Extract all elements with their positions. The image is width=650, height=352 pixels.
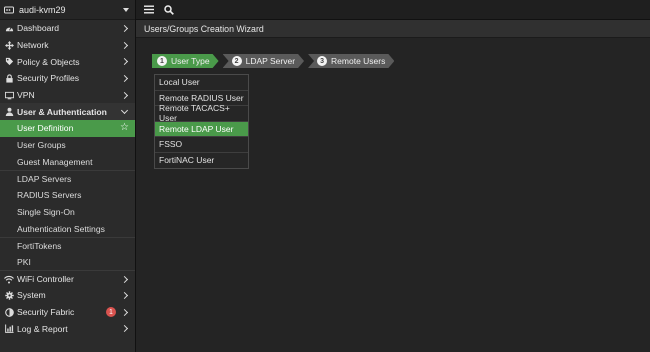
chevron-right-icon [120,308,129,316]
sidebar: audi-kvm29 Dashboard Network Policy & Ob… [0,0,136,352]
nav-system[interactable]: System [0,287,135,304]
star-icon[interactable]: ☆ [120,123,129,133]
nav-label: User & Authentication [17,106,107,117]
chevron-down-icon [120,106,129,114]
step-label: User Type [171,56,210,66]
nav-network[interactable]: Network [0,37,135,54]
page-title: Users/Groups Creation Wizard [136,20,650,38]
search-icon[interactable] [162,3,176,17]
wizard-steps: 1 User Type 2 LDAP Server 3 Remote Users [152,54,398,68]
chevron-right-icon [120,275,129,283]
notification-badge: 1 [106,307,116,318]
chevron-right-icon [120,24,129,32]
app-root: audi-kvm29 Dashboard Network Policy & Ob… [0,0,650,352]
user-type-fsso[interactable]: FSSO [155,137,248,153]
chevron-right-icon [120,291,129,299]
nav-label: Security Fabric [17,307,75,318]
sub-label: RADIUS Servers [17,190,82,201]
nav-label: System [17,290,46,301]
step-ldap-server[interactable]: 2 LDAP Server [223,54,304,68]
sidebar-item-single-sign-on[interactable]: Single Sign-On [0,203,135,221]
policy-icon [4,57,14,67]
sub-label: PKI [17,256,31,267]
user-type-remote-ldap[interactable]: Remote LDAP User [155,121,248,137]
device-name: audi-kvm29 [19,4,66,15]
nav-label: VPN [17,90,35,101]
sidebar-item-user-definition[interactable]: User Definition ☆ [0,120,135,137]
network-icon [4,40,14,50]
sub-label: LDAP Servers [17,174,72,185]
sidebar-item-ldap-servers[interactable]: LDAP Servers [0,170,135,187]
sub-label: Guest Management [17,156,93,167]
nav-label: Network [17,40,49,51]
chevron-right-icon [120,91,129,99]
step-number: 1 [157,56,167,66]
sub-label: User Definition [17,123,74,134]
user-type-local[interactable]: Local User [155,75,248,91]
step-user-type[interactable]: 1 User Type [152,54,219,68]
sidebar-item-authentication-settings[interactable]: Authentication Settings [0,220,135,237]
nav-label: Policy & Objects [17,56,80,67]
sidebar-item-pki[interactable]: PKI [0,253,135,271]
step-remote-users[interactable]: 3 Remote Users [308,54,394,68]
step-label: Remote Users [331,56,386,66]
nav-log-report[interactable]: Log & Report [0,320,135,337]
step-label: LDAP Server [245,56,296,66]
nav-dashboard[interactable]: Dashboard [0,20,135,37]
hamburger-icon[interactable] [142,3,156,17]
nav-label: WiFi Controller [17,274,74,285]
chevron-right-icon [120,74,129,82]
chevron-right-icon [120,58,129,66]
nav-label: Security Profiles [17,73,80,84]
chart-icon [4,324,14,334]
top-bar [136,0,650,20]
sub-label: Single Sign-On [17,206,75,217]
sub-label: Authentication Settings [17,223,105,234]
nav-user-authentication[interactable]: User & Authentication [0,103,135,121]
user-type-remote-tacacs[interactable]: Remote TACACS+ User [155,103,248,123]
sidebar-item-fortitokens[interactable]: FortiTokens [0,236,135,254]
vpn-icon [4,90,14,100]
chevron-right-icon [120,325,129,333]
sidebar-item-radius-servers[interactable]: RADIUS Servers [0,186,135,204]
chevron-right-icon [120,41,129,49]
nav-security-profiles[interactable]: Security Profiles [0,70,135,87]
nav-wifi-controller[interactable]: WiFi Controller [0,270,135,287]
sidebar-item-guest-management[interactable]: Guest Management [0,153,135,171]
sub-label: FortiTokens [17,240,62,251]
user-icon [4,107,14,117]
wifi-icon [4,274,14,284]
gear-icon [4,290,14,300]
nav-policy-objects[interactable]: Policy & Objects [0,53,135,70]
nav-label: Log & Report [17,323,68,334]
lock-icon [4,73,14,83]
step-number: 2 [232,56,242,66]
nav-security-fabric[interactable]: Security Fabric 1 [0,304,135,321]
chevron-down-icon [123,7,129,12]
sub-label: User Groups [17,140,66,151]
user-type-fortinac[interactable]: FortiNAC User [155,153,248,169]
nav-vpn[interactable]: VPN [0,87,135,104]
user-type-list: Local User Remote RADIUS User Remote TAC… [154,74,249,169]
main-content: Users/Groups Creation Wizard 1 User Type… [136,20,650,352]
dashboard-icon [4,23,14,33]
device-icon [4,5,14,15]
nav-label: Dashboard [17,23,60,34]
device-selector[interactable]: audi-kvm29 [0,0,135,20]
sidebar-item-user-groups[interactable]: User Groups [0,136,135,154]
step-number: 3 [317,56,327,66]
fabric-icon [4,307,14,317]
